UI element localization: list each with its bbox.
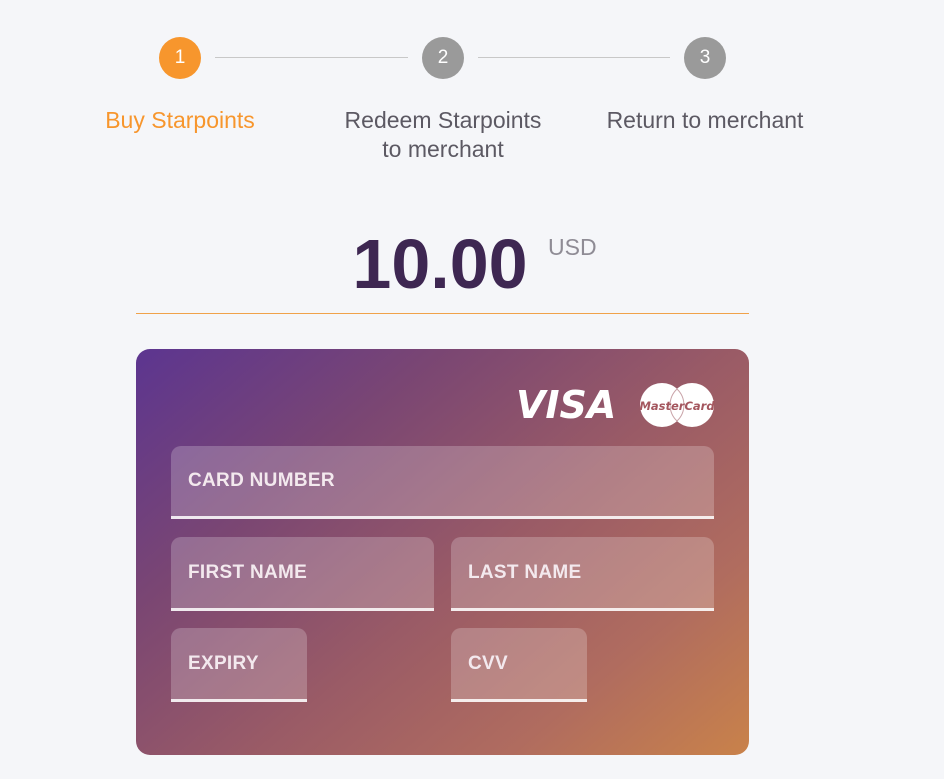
- step-connector-2: [478, 57, 670, 58]
- amount-value: 10.00: [352, 225, 528, 303]
- expiry-field[interactable]: EXPIRY: [171, 628, 307, 702]
- first-name-field[interactable]: FIRST NAME: [171, 537, 434, 611]
- progress-stepper: 1 2 3 Buy Starpoints Redeem Starpoints t…: [0, 0, 944, 170]
- step-1-label-text: Buy Starpoints: [105, 107, 255, 133]
- step-1-indicator: 1: [159, 37, 201, 79]
- step-3-indicator: 3: [684, 37, 726, 79]
- step-2-label: Redeem Starpoints to merchant: [313, 106, 573, 164]
- card-number-field[interactable]: CARD NUMBER: [171, 446, 714, 519]
- step-2-label-line2: to merchant: [382, 136, 504, 162]
- first-name-placeholder: FIRST NAME: [188, 561, 308, 583]
- last-name-placeholder: LAST NAME: [468, 561, 582, 583]
- card-payment-form: VISA MasterCard CARD NUMBER FIRST NAME L…: [136, 349, 749, 755]
- cvv-placeholder: CVV: [468, 652, 508, 674]
- cvv-field[interactable]: CVV: [451, 628, 587, 702]
- step-3-label: Return to merchant: [580, 106, 830, 135]
- payment-amount: 10.00 USD: [0, 220, 944, 310]
- mastercard-logo: MasterCard: [639, 383, 715, 427]
- visa-logo: VISA: [516, 383, 617, 427]
- step-3-label-text: Return to merchant: [606, 107, 804, 133]
- step-connector-1: [215, 57, 408, 58]
- amount-divider: [136, 313, 749, 314]
- step-1-label: Buy Starpoints: [60, 106, 300, 135]
- step-2-indicator: 2: [422, 37, 464, 79]
- mastercard-logo-text: MasterCard: [639, 399, 715, 413]
- amount-currency: USD: [548, 234, 597, 260]
- last-name-field[interactable]: LAST NAME: [451, 537, 714, 611]
- expiry-placeholder: EXPIRY: [188, 652, 259, 674]
- card-number-placeholder: CARD NUMBER: [188, 470, 335, 491]
- step-2-label-line1: Redeem Starpoints: [344, 107, 542, 133]
